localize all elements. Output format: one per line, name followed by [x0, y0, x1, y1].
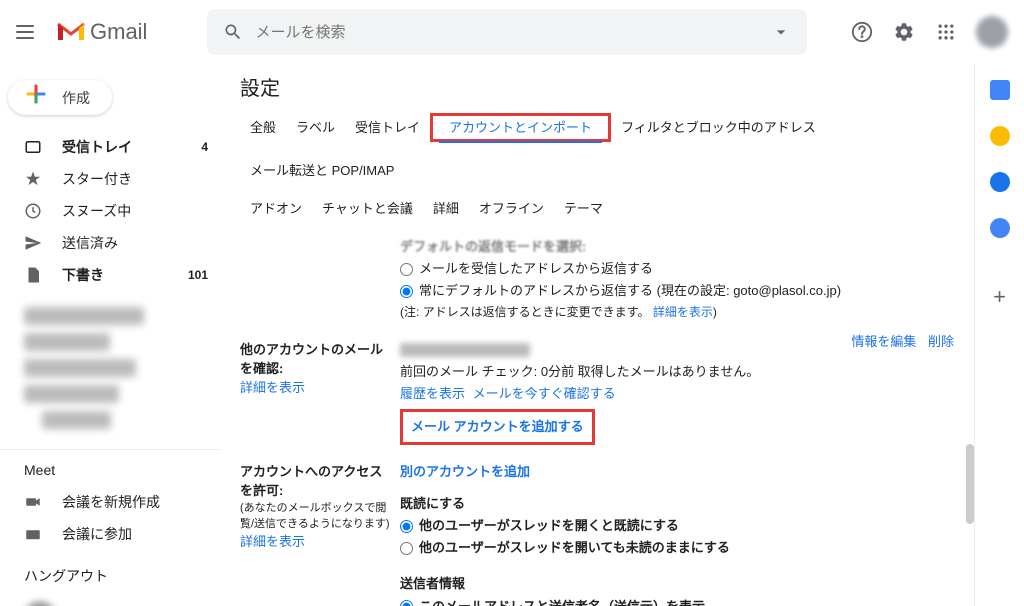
reply-learn-more-link[interactable]: 詳細を表示	[653, 305, 713, 319]
tab-accounts-import[interactable]: アカウントとインポート	[439, 116, 602, 143]
sender-full-label: このメールアドレスと送信者名（送信元）を表示	[419, 596, 705, 606]
reply-mode-title: デフォルトの返信モードを選択:	[400, 236, 954, 258]
addons-plus-button[interactable]: +	[993, 284, 1006, 310]
grant-access-sub: (あなたのメールボックスで閲覧/送信できるようになります)	[240, 502, 390, 530]
search-icon	[223, 22, 243, 42]
add-mail-account-link[interactable]: メール アカウントを追加する	[411, 419, 584, 434]
mark-read-title: 既読にする	[400, 493, 954, 515]
contacts-addon-icon[interactable]	[990, 218, 1010, 238]
compose-label: 作成	[62, 88, 90, 108]
settings-tabs: 全般 ラベル 受信トレイ アカウントとインポート フィルタとブロック中のアドレス…	[240, 113, 954, 184]
tab-filters[interactable]: フィルタとブロック中のアドレス	[611, 113, 826, 142]
video-icon	[24, 493, 44, 511]
tab-addons[interactable]: アドオン	[240, 194, 312, 221]
reply-note: (注: アドレスは返信するときに変更できます。 詳細を表示)	[400, 302, 954, 322]
gmail-m-icon	[56, 20, 86, 44]
dropdown-icon[interactable]	[771, 22, 791, 42]
sender-full-radio[interactable]	[400, 600, 413, 606]
main-menu-button[interactable]	[16, 20, 40, 44]
tab-advanced[interactable]: 詳細	[423, 194, 469, 221]
keep-addon-icon[interactable]	[990, 126, 1010, 146]
sidebar: 作成 受信トレイ 4 スター付き スヌーズ中 送信済み	[0, 64, 220, 606]
tab-labels[interactable]: ラベル	[286, 113, 345, 142]
other-accounts-learn-more[interactable]: 詳細を表示	[240, 380, 305, 395]
tab-themes[interactable]: テーマ	[554, 194, 613, 221]
help-button[interactable]	[850, 20, 874, 44]
account-avatar[interactable]	[976, 16, 1008, 48]
reply-from-default-radio[interactable]	[400, 285, 413, 298]
last-check-text: 前回のメール チェック: 0分前 取得したメールはありません。	[400, 361, 954, 383]
sidebar-item-sent[interactable]: 送信済み	[0, 227, 220, 259]
help-icon	[851, 21, 873, 43]
tab-offline[interactable]: オフライン	[469, 194, 554, 221]
thread-unread-radio[interactable]	[400, 542, 413, 555]
send-icon	[24, 234, 44, 252]
grant-access-learn-more[interactable]: 詳細を表示	[240, 534, 305, 549]
plus-icon	[22, 80, 50, 115]
gmail-logo[interactable]: Gmail	[56, 19, 147, 45]
add-mail-account-highlight: メール アカウントを追加する	[400, 409, 595, 445]
reply-from-received-radio[interactable]	[400, 263, 413, 276]
edit-info-link[interactable]: 情報を編集	[851, 334, 916, 349]
grant-access-label: アカウントへのアクセスを許可:	[240, 464, 382, 498]
other-accounts-label: 他のアカウントのメールを確認:	[240, 342, 383, 376]
reply-opt1-label: メールを受信したアドレスから返信する	[419, 258, 653, 280]
sidebar-item-inbox[interactable]: 受信トレイ 4	[0, 131, 220, 163]
calendar-addon-icon[interactable]	[990, 80, 1010, 100]
tab-chat[interactable]: チャットと会議	[312, 194, 423, 221]
draft-icon	[24, 266, 44, 284]
tasks-addon-icon[interactable]	[990, 172, 1010, 192]
star-icon	[24, 170, 44, 188]
thread-unread-label: 他のユーザーがスレッドを開いても未読のままにする	[419, 537, 730, 559]
check-now-link[interactable]: メールを今すぐ確認する	[473, 386, 616, 401]
right-rail: +	[974, 64, 1024, 606]
logo-text: Gmail	[90, 19, 147, 45]
thread-read-radio[interactable]	[400, 520, 413, 533]
hangout-section-title: ハングアウト	[0, 566, 220, 594]
hangout-avatar[interactable]	[24, 602, 56, 606]
sidebar-item-snoozed[interactable]: スヌーズ中	[0, 195, 220, 227]
delete-link[interactable]: 削除	[928, 334, 954, 349]
meet-section-title: Meet	[0, 462, 220, 486]
add-another-account-link[interactable]: 別のアカウントを追加	[400, 464, 530, 479]
settings-title: 設定	[240, 72, 954, 101]
settings-content: 設定 全般 ラベル 受信トレイ アカウントとインポート フィルタとブロック中のア…	[220, 64, 974, 606]
gear-icon	[893, 21, 915, 43]
history-link[interactable]: 履歴を表示	[400, 386, 465, 401]
sidebar-item-drafts[interactable]: 下書き 101	[0, 259, 220, 291]
inbox-icon	[24, 138, 44, 156]
tab-forwarding[interactable]: メール転送と POP/IMAP	[240, 156, 404, 183]
sidebar-item-starred[interactable]: スター付き	[0, 163, 220, 195]
tab-general[interactable]: 全般	[240, 113, 286, 142]
reply-opt2-label: 常にデフォルトのアドレスから返信する (現在の設定: goto@plasol.c…	[419, 280, 841, 302]
keyboard-icon	[24, 525, 44, 543]
clock-icon	[24, 202, 44, 220]
search-bar[interactable]	[207, 9, 807, 55]
settings-button[interactable]	[892, 20, 916, 44]
scrollbar-thumb[interactable]	[966, 444, 974, 524]
redacted-account	[400, 343, 530, 357]
compose-button[interactable]: 作成	[8, 80, 112, 115]
apps-icon	[936, 22, 956, 42]
tab-inbox[interactable]: 受信トレイ	[345, 113, 430, 142]
sidebar-more-items	[0, 291, 220, 445]
thread-read-label: 他のユーザーがスレッドを開くと既読にする	[419, 515, 679, 537]
search-input[interactable]	[255, 24, 759, 41]
sender-info-title: 送信者情報	[400, 573, 954, 595]
meet-join-meeting[interactable]: 会議に参加	[0, 518, 220, 550]
apps-button[interactable]	[934, 20, 958, 44]
meet-new-meeting[interactable]: 会議を新規作成	[0, 486, 220, 518]
